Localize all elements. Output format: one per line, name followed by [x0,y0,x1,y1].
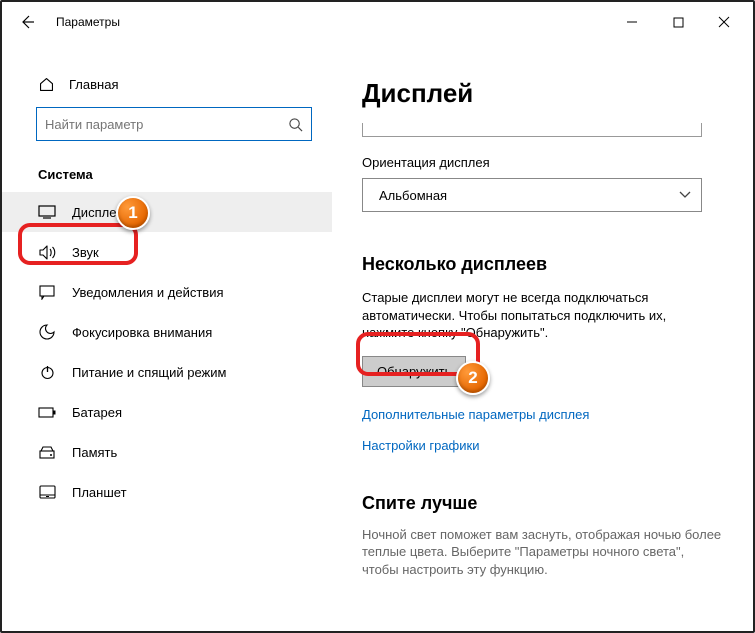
tablet-icon [38,485,56,499]
titlebar: Параметры [2,2,753,42]
advanced-display-link[interactable]: Дополнительные параметры дисплея [362,407,727,422]
multiple-displays-heading: Несколько дисплеев [362,254,727,275]
graphics-settings-link[interactable]: Настройки графики [362,438,727,453]
sidebar-item-label: Звук [72,245,99,260]
sidebar-home[interactable]: Главная [2,72,332,107]
sidebar-item-sound[interactable]: Звук [2,232,332,272]
truncated-field [362,123,702,137]
sidebar-item-focus[interactable]: Фокусировка внимания [2,312,332,352]
sidebar-item-label: Уведомления и действия [72,285,224,300]
sidebar-item-power[interactable]: Питание и спящий режим [2,352,332,392]
search-icon [288,117,303,132]
orientation-label: Ориентация дисплея [362,155,727,170]
notifications-icon [38,285,56,300]
sidebar: Главная Система Дисплей Звук Уведомления… [2,42,332,631]
sidebar-item-tablet[interactable]: Планшет [2,472,332,512]
close-button[interactable] [701,6,747,38]
multiple-displays-text: Старые дисплеи могут не всегда подключат… [362,289,702,342]
sidebar-section-label: Система [38,167,332,182]
orientation-value: Альбомная [379,188,447,203]
sidebar-item-label: Фокусировка внимания [72,325,212,340]
sidebar-item-label: Дисплей [72,205,124,220]
close-icon [718,16,730,28]
sleep-better-heading: Спите лучше [362,493,727,514]
minimize-button[interactable] [609,6,655,38]
sidebar-home-label: Главная [69,77,118,92]
sidebar-item-label: Батарея [72,405,122,420]
sidebar-item-display[interactable]: Дисплей [2,192,332,232]
window-controls [609,6,747,38]
maximize-icon [673,17,684,28]
detect-button[interactable]: Обнаружить [362,356,466,387]
page-title: Дисплей [362,78,727,109]
sleep-better-text: Ночной свет поможет вам заснуть, отображ… [362,526,722,579]
sidebar-item-battery[interactable]: Батарея [2,392,332,432]
sidebar-item-storage[interactable]: Память [2,432,332,472]
power-icon [38,365,56,380]
focus-icon [38,324,56,340]
maximize-button[interactable] [655,6,701,38]
minimize-icon [626,16,638,28]
home-icon [38,76,55,93]
chevron-down-icon [679,191,691,199]
sidebar-item-label: Питание и спящий режим [72,365,226,380]
main-pane: Дисплей Ориентация дисплея Альбомная Нес… [332,42,753,631]
window-title: Параметры [56,15,120,29]
orientation-select[interactable]: Альбомная [362,178,702,212]
display-icon [38,205,56,219]
battery-icon [38,407,56,418]
sidebar-item-label: Память [72,445,117,460]
storage-icon [38,446,56,459]
search-input-container[interactable] [36,107,312,141]
back-button[interactable] [12,7,42,37]
search-input[interactable] [45,117,288,132]
sidebar-item-notifications[interactable]: Уведомления и действия [2,272,332,312]
sound-icon [38,245,56,260]
sidebar-item-label: Планшет [72,485,127,500]
arrow-left-icon [19,14,35,30]
